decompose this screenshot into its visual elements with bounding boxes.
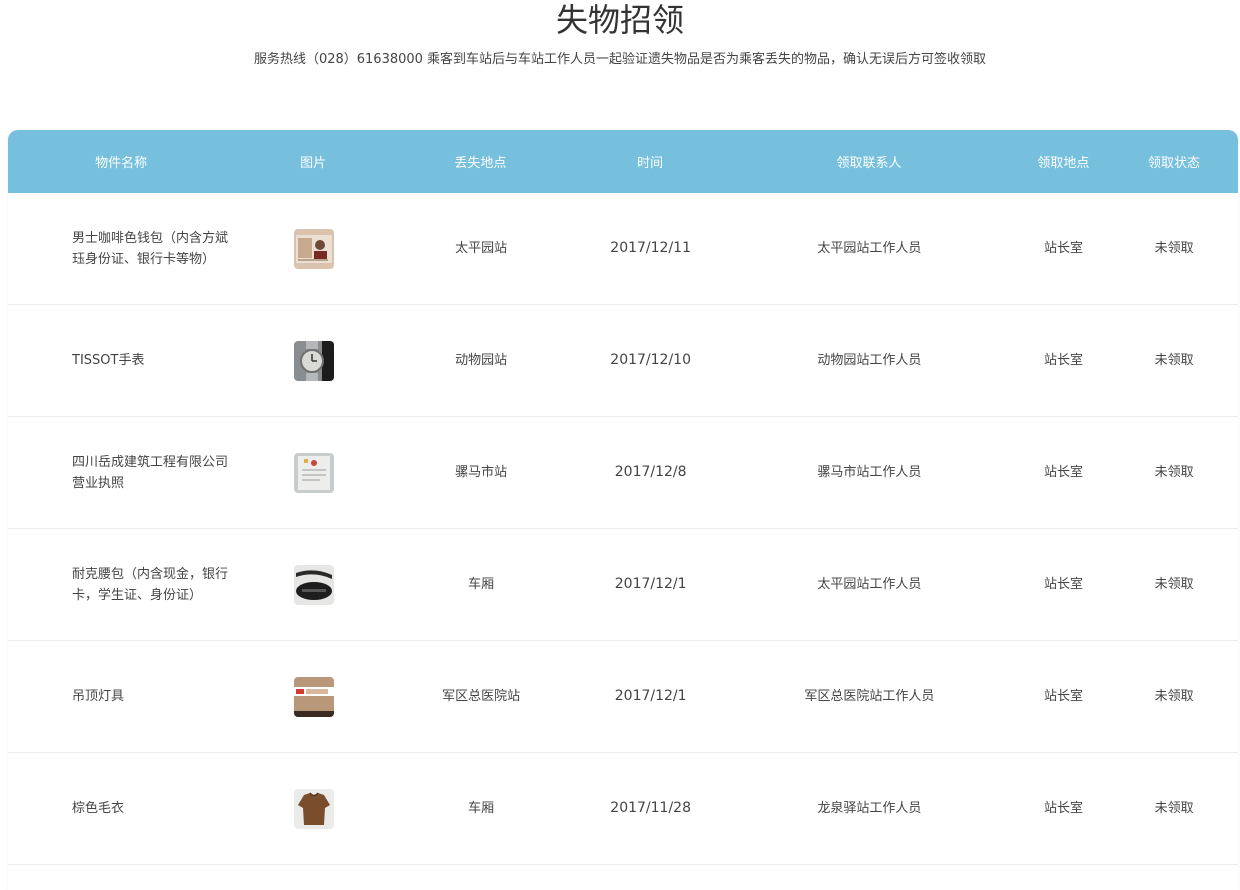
lost-time: 2017/11/28 bbox=[610, 800, 691, 816]
table-header: 物件名称 图片 丢失地点 时间 领取联系人 领取地点 领取状态 bbox=[8, 130, 1238, 193]
thumbnail-cell bbox=[245, 564, 383, 605]
business-license-photo-icon[interactable] bbox=[293, 452, 334, 493]
lost-found-table: 物件名称 图片 丢失地点 时间 领取联系人 领取地点 领取状态 男士咖啡色钱包（… bbox=[8, 130, 1238, 890]
item-name: 男士咖啡色钱包（内含方斌珏身份证、银行卡等物） bbox=[72, 230, 229, 267]
column-header-time: 时间 bbox=[637, 156, 664, 171]
table-row: 耐克腰包（内含现金，银行卡，学生证、身份证） 车厢 2017/12/1 太平园站… bbox=[8, 529, 1238, 641]
column-header-item-name: 物件名称 bbox=[95, 156, 148, 171]
status-badge: 未领取 bbox=[1154, 689, 1194, 704]
lost-time: 2017/12/1 bbox=[614, 688, 687, 704]
id-card-photo-icon[interactable] bbox=[293, 228, 334, 269]
pickup-place: 站长室 bbox=[1044, 689, 1084, 704]
pickup-place: 站长室 bbox=[1044, 577, 1084, 592]
pickup-place: 站长室 bbox=[1044, 241, 1084, 256]
column-header-image: 图片 bbox=[300, 156, 327, 171]
lost-time: 2017/12/1 bbox=[614, 576, 687, 592]
page-subtitle: 服务热线（028）61638000 乘客到车站后与车站工作人员一起验证遗失物品是… bbox=[253, 52, 987, 67]
lost-location: 车厢 bbox=[468, 577, 495, 592]
contact-person: 骡马市站工作人员 bbox=[817, 465, 922, 480]
status-badge: 未领取 bbox=[1154, 241, 1194, 256]
column-header-lost-location: 丢失地点 bbox=[454, 156, 507, 171]
table-row: 吊顶灯具 军区总医院站 2017/12/1 军区总医院站工作人员 站长室 未领取 bbox=[8, 641, 1238, 753]
thumbnail-cell bbox=[245, 228, 383, 269]
lost-location: 动物园站 bbox=[455, 353, 508, 368]
thumbnail-cell bbox=[245, 340, 383, 381]
table-row: 四川岳成建筑工程有限公司营业执照 骡马市站 2017/12/8 骡马市站工作人员… bbox=[8, 417, 1238, 529]
status-badge: 未领取 bbox=[1154, 353, 1194, 368]
lost-time: 2017/12/11 bbox=[610, 240, 691, 256]
table-row: 男士咖啡色钱包（内含方斌珏身份证、银行卡等物） 太平园站 2017/12/11 … bbox=[8, 193, 1238, 305]
item-name: TISSOT手表 bbox=[72, 353, 145, 368]
lost-location: 车厢 bbox=[468, 801, 495, 816]
page-title: 失物招领 bbox=[555, 1, 684, 39]
lost-location: 太平园站 bbox=[455, 241, 508, 256]
contact-person: 动物园站工作人员 bbox=[817, 353, 922, 368]
contact-person: 太平园站工作人员 bbox=[817, 577, 922, 592]
lost-location: 骡马市站 bbox=[455, 465, 508, 480]
table-row: 棕色毛衣 车厢 2017/11/28 龙泉驿站工作人员 站长室 未领取 bbox=[8, 753, 1238, 865]
contact-person: 军区总医院站工作人员 bbox=[804, 689, 935, 704]
column-header-pickup-place: 领取地点 bbox=[1037, 156, 1090, 171]
thumbnail-cell bbox=[245, 452, 383, 493]
lost-time: 2017/12/8 bbox=[614, 464, 687, 480]
waist-bag-photo-icon[interactable] bbox=[293, 564, 334, 605]
table-row: TISSOT手表 动物园站 2017/12/10 动物园站工作人员 站长室 未领… bbox=[8, 305, 1238, 417]
item-name: 耐克腰包（内含现金，银行卡，学生证、身份证） bbox=[72, 566, 229, 603]
item-name: 四川岳成建筑工程有限公司营业执照 bbox=[72, 454, 229, 491]
status-badge: 未领取 bbox=[1154, 577, 1194, 592]
status-badge: 未领取 bbox=[1154, 801, 1194, 816]
item-name: 吊顶灯具 bbox=[72, 689, 125, 704]
thumbnail-cell bbox=[245, 676, 383, 717]
lost-time: 2017/12/10 bbox=[610, 352, 691, 368]
column-header-contact: 领取联系人 bbox=[836, 156, 902, 171]
pickup-place: 站长室 bbox=[1044, 465, 1084, 480]
sweater-photo-icon[interactable] bbox=[293, 788, 334, 829]
contact-person: 龙泉驿站工作人员 bbox=[817, 801, 922, 816]
status-badge: 未领取 bbox=[1154, 465, 1194, 480]
pickup-place: 站长室 bbox=[1044, 801, 1084, 816]
item-name: 棕色毛衣 bbox=[72, 801, 125, 816]
lamp-box-photo-icon[interactable] bbox=[293, 676, 334, 717]
column-header-status: 领取状态 bbox=[1148, 156, 1201, 171]
contact-person: 太平园站工作人员 bbox=[817, 241, 922, 256]
lost-location: 军区总医院站 bbox=[442, 689, 521, 704]
pickup-place: 站长室 bbox=[1044, 353, 1084, 368]
watch-photo-icon[interactable] bbox=[293, 340, 334, 381]
thumbnail-cell bbox=[245, 788, 383, 829]
